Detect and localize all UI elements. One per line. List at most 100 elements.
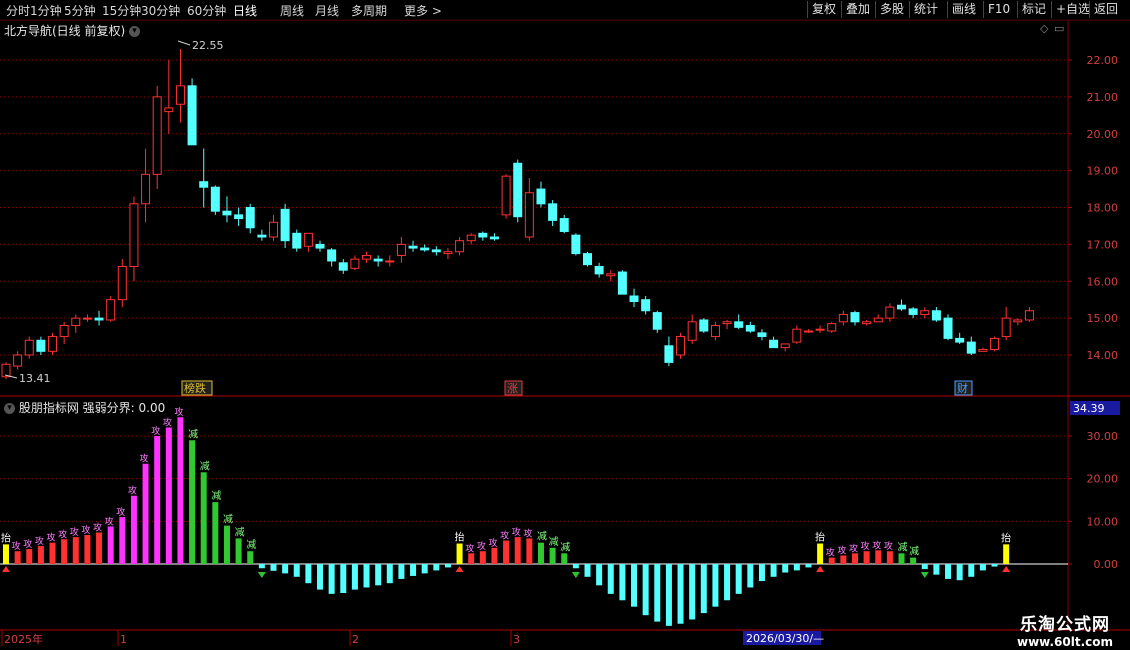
toolbar-button-1[interactable]: 叠加 [841, 1, 874, 18]
candle-body [652, 312, 662, 330]
indicator-bar [96, 532, 103, 564]
candle-body [327, 249, 337, 262]
attack-marker: 攻 [488, 537, 497, 549]
sell-marker: 减 [211, 490, 221, 502]
low-price-label: 13.41 [19, 372, 51, 385]
candle-body [71, 317, 81, 326]
period-tab-7[interactable]: 周线 [280, 2, 304, 19]
candle-body [408, 245, 418, 249]
chevron-down-icon[interactable]: ▾ [4, 403, 15, 414]
attack-marker: 攻 [861, 540, 870, 552]
period-tab-1[interactable]: 1分钟 [30, 2, 62, 19]
buy-marker: 抬 [1001, 531, 1011, 544]
indicator-tick-label: 20.00 [1087, 473, 1119, 486]
price-tick-label: 21.00 [1087, 91, 1119, 104]
indicator-bar [933, 564, 940, 575]
candle-body [966, 341, 976, 354]
period-tab-3[interactable]: 15分钟 [102, 2, 141, 19]
indicator-bar [130, 495, 137, 564]
candle-body [222, 210, 232, 216]
candle-body [513, 162, 523, 218]
sell-marker: 减 [188, 428, 198, 440]
indicator-bar [619, 564, 626, 601]
candle-body [629, 295, 639, 303]
chevron-down-icon[interactable]: ▾ [129, 26, 141, 37]
attack-marker: 攻 [35, 535, 44, 547]
period-tab-0[interactable]: 分时 [6, 2, 30, 19]
candle-body [478, 232, 488, 238]
indicator-bar [107, 526, 114, 564]
candle-body [803, 330, 813, 333]
period-tab-8[interactable]: 月线 [315, 2, 339, 19]
date-label: 1 [120, 633, 127, 646]
attack-marker: 攻 [70, 526, 79, 538]
period-tab-2[interactable]: 5分钟 [64, 2, 96, 19]
price-tick-label: 22.00 [1087, 54, 1119, 67]
attack-marker: 攻 [523, 527, 532, 539]
indicator-bar [375, 564, 382, 586]
indicator-bar [665, 564, 672, 626]
kline-chart[interactable]: 22.0021.0020.0019.0018.0017.0016.0015.00… [0, 0, 1130, 650]
indicator-bar [875, 550, 882, 564]
indicator-bar [898, 553, 905, 564]
window-icon: ▭ [1054, 22, 1064, 35]
candle-body [815, 328, 825, 331]
indicator-bar [945, 564, 952, 579]
indicator-bar [712, 564, 719, 607]
indicator-bar [444, 564, 451, 568]
indicator-bar [212, 502, 219, 564]
candle-body [82, 317, 92, 320]
indicator-bar [479, 551, 486, 564]
indicator-bar [840, 555, 847, 564]
indicator-bar [514, 537, 521, 564]
indicator-bar [72, 537, 79, 564]
indicator-bar [363, 564, 370, 588]
indicator-bar [177, 417, 184, 564]
candle-body [641, 299, 651, 312]
indicator-bar [49, 542, 56, 564]
candle-body [245, 207, 255, 229]
toolbar-button-7[interactable]: +自选 [1051, 1, 1094, 18]
buy-marker: 抬 [455, 531, 465, 544]
sell-marker: 减 [223, 514, 233, 526]
period-tab-6[interactable]: 日线 [233, 2, 257, 19]
candle-body [268, 221, 278, 238]
candle-body [769, 339, 779, 349]
candle-body [59, 325, 69, 338]
indicator-bar [1003, 544, 1010, 564]
attack-marker: 攻 [151, 425, 160, 437]
period-tab-9[interactable]: 多周期 [351, 2, 387, 19]
candle-body [187, 85, 197, 146]
sell-arrow-icon [257, 572, 266, 578]
attack-marker: 攻 [500, 530, 509, 542]
indicator-bar [200, 472, 207, 564]
toolbar-button-0[interactable]: 复权 [807, 1, 840, 18]
price-tick-label: 14.00 [1087, 349, 1119, 362]
candle-body [13, 354, 23, 367]
event-tag-label: 榜跌 [184, 381, 206, 395]
toolbar-button-5[interactable]: F10 [983, 1, 1014, 18]
toolbar-button-3[interactable]: 统计 [909, 1, 942, 18]
period-tab-10[interactable]: 更多 > [404, 2, 442, 19]
indicator-bar [851, 553, 858, 564]
toolbar-button-4[interactable]: 画线 [947, 1, 980, 18]
watermark-logo: 乐淘公式网 www.60lt.com [1000, 610, 1130, 649]
event-tag-label: 涨 [507, 382, 518, 395]
period-tab-4[interactable]: 30分钟 [141, 2, 180, 19]
indicator-bar [793, 564, 800, 571]
toolbar: 分时 1分钟 5分钟 15分钟 30分钟 60分钟 日线 周线 月线 多周期 更多 > 复权 叠加 多股统… [0, 0, 1130, 21]
candle-body [362, 254, 372, 260]
candle-body [303, 232, 313, 247]
candle-body [1013, 319, 1023, 323]
toolbar-button-2[interactable]: 多股 [875, 1, 908, 18]
toolbar-button-6[interactable]: 标记 [1017, 1, 1050, 18]
sell-marker: 减 [549, 536, 559, 548]
attack-marker: 攻 [837, 544, 846, 556]
indicator-bar [247, 551, 254, 564]
toolbar-button-8[interactable]: 返回 [1089, 1, 1122, 18]
indicator-bar [758, 564, 765, 582]
indicator-bar [293, 564, 300, 577]
period-tab-5[interactable]: 60分钟 [187, 2, 226, 19]
indicator-bar [596, 564, 603, 586]
candle-body [420, 247, 430, 251]
